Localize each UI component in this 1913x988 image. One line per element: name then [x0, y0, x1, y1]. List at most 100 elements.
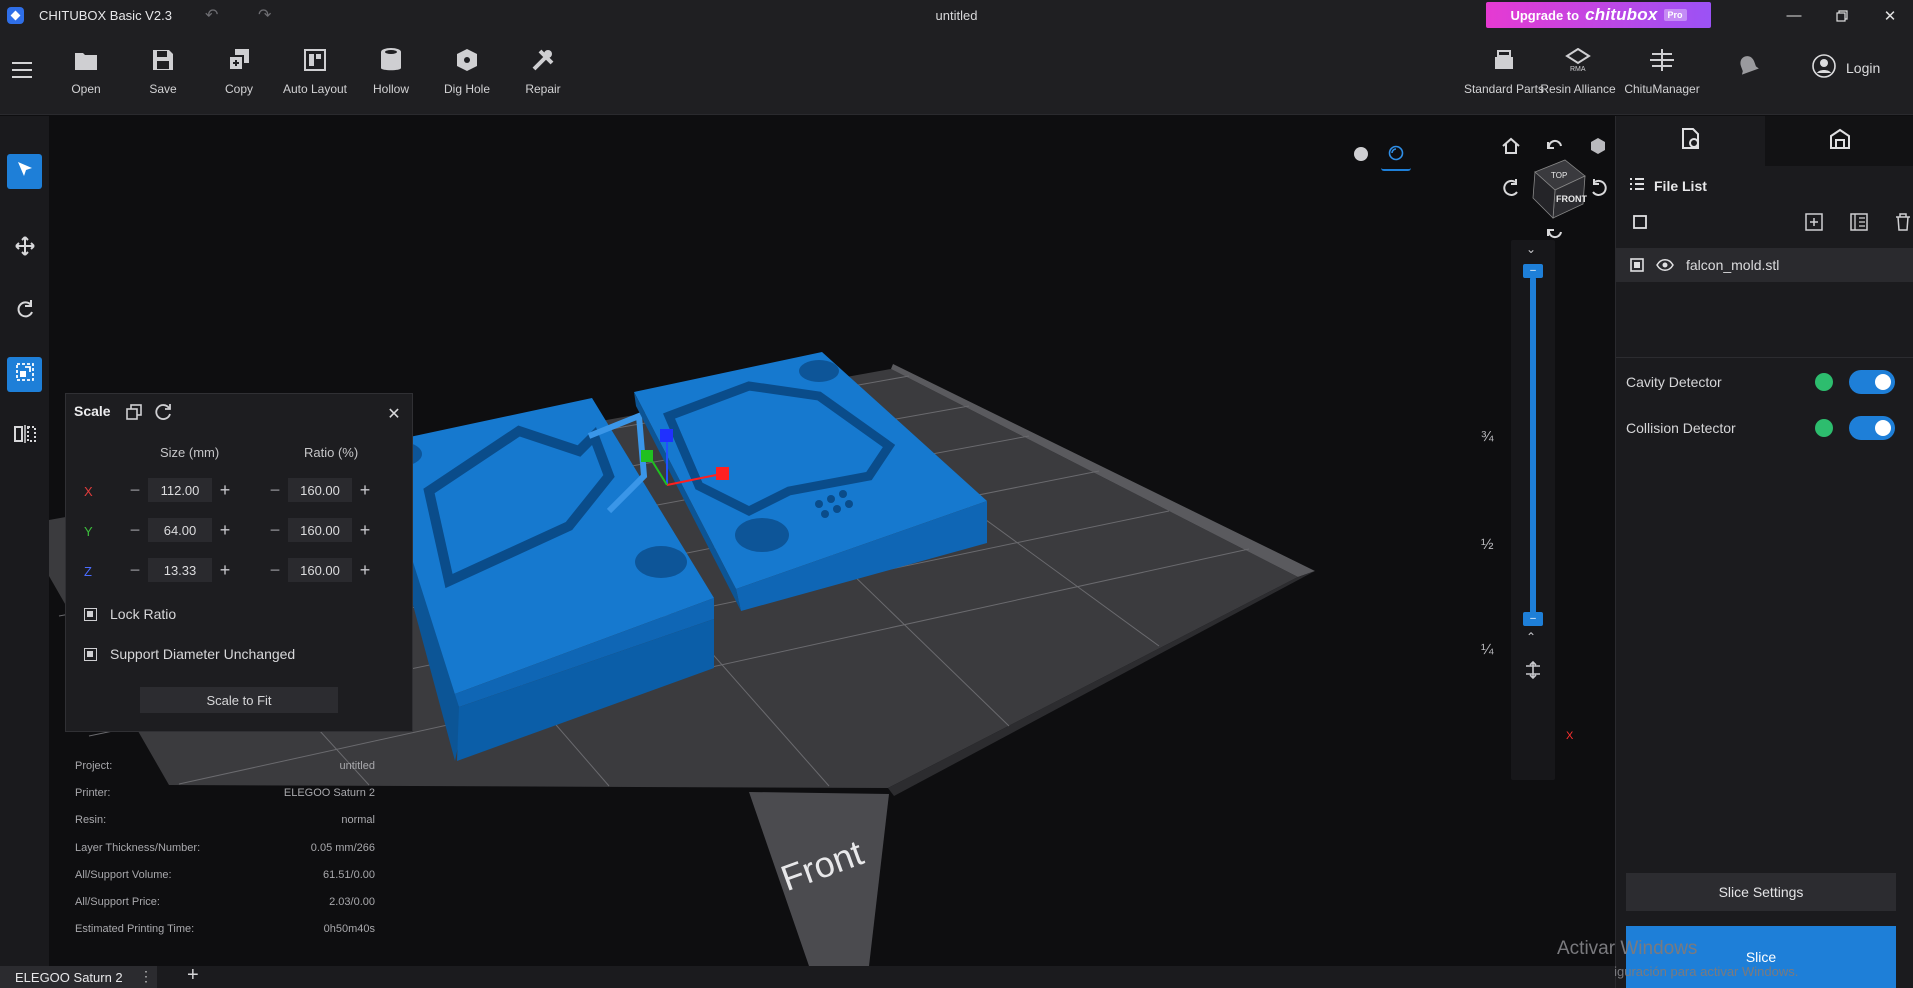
delete-icon[interactable] — [1893, 212, 1913, 232]
3d-viewport[interactable]: Front Z Y X — [49, 116, 1615, 966]
slider-collapse-icon[interactable]: ⌄ — [1526, 242, 1536, 256]
hollow-label: Hollow — [372, 82, 409, 96]
scale-close-icon[interactable]: ✕ — [384, 404, 404, 424]
redo-icon[interactable]: ↷ — [258, 5, 271, 25]
add-printer-button[interactable]: + — [187, 964, 199, 987]
arrange-icon[interactable] — [1849, 212, 1869, 232]
tab-printer[interactable] — [1765, 116, 1913, 166]
z-ratio-input[interactable]: 160.00 — [288, 558, 352, 582]
z-size-increment-button[interactable]: + — [212, 557, 238, 583]
info-row-printer: Printer: ELEGOO Saturn 2 — [75, 787, 375, 814]
slider-expand-icon[interactable]: ⌃ — [1526, 630, 1536, 644]
close-window-icon[interactable]: ✕ — [1867, 0, 1913, 31]
x-size-decrement-button[interactable]: − — [122, 477, 148, 503]
slider-top-handle[interactable]: – — [1523, 264, 1543, 278]
file-checkbox[interactable] — [1630, 258, 1644, 277]
chitumanager-button[interactable]: ChituManager — [1617, 46, 1707, 96]
scale-copy-icon[interactable] — [124, 402, 144, 422]
rotate-left-icon[interactable] — [1501, 178, 1521, 203]
minimize-icon[interactable]: — — [1771, 0, 1817, 31]
hollow-button[interactable]: Hollow — [355, 46, 427, 96]
x-ratio-decrement-button[interactable]: − — [262, 477, 288, 503]
lock-ratio-check-icon[interactable] — [84, 607, 97, 621]
z-size-decrement-button[interactable]: − — [122, 557, 148, 583]
y-size-decrement-button[interactable]: − — [122, 517, 148, 543]
copy-button[interactable]: Copy — [203, 46, 275, 96]
slider-track[interactable] — [1530, 276, 1536, 624]
file-list-item[interactable]: falcon_mold.stl — [1616, 248, 1913, 282]
slider-bottom-handle[interactable]: – — [1523, 612, 1543, 626]
auto-layout-icon — [279, 46, 351, 74]
rotate-tool-button[interactable] — [7, 294, 42, 329]
x-ratio-increment-button[interactable]: + — [352, 477, 378, 503]
restore-icon[interactable] — [1819, 0, 1865, 31]
x-size-stepper[interactable]: − 112.00 + — [122, 477, 240, 503]
upgrade-button[interactable]: Upgrade to chitubox Pro — [1486, 2, 1711, 28]
z-ratio-decrement-button[interactable]: − — [262, 557, 288, 583]
undo-icon[interactable]: ↶ — [205, 5, 218, 25]
solid-render-button[interactable] — [1346, 141, 1376, 171]
lock-ratio-checkbox[interactable]: Lock Ratio — [84, 606, 176, 622]
notification-bell-icon[interactable] — [1734, 51, 1762, 79]
x-size-increment-button[interactable]: + — [212, 477, 238, 503]
panel-divider — [1616, 357, 1913, 358]
x-ratio-input[interactable]: 160.00 — [288, 478, 352, 502]
rotate-icon — [15, 299, 35, 324]
y-size-stepper[interactable]: − 64.00 + — [122, 517, 240, 543]
z-axis-label: Z — [84, 564, 92, 579]
scale-to-fit-button[interactable]: Scale to Fit — [140, 687, 338, 713]
select-all-checkbox[interactable] — [1630, 212, 1650, 232]
select-tool-button[interactable] — [7, 154, 42, 189]
support-diameter-checkbox[interactable]: Support Diameter Unchanged — [84, 646, 295, 662]
upgrade-brand: chitubox — [1585, 5, 1658, 24]
scale-icon — [15, 362, 35, 387]
mirror-tool-button[interactable] — [7, 419, 42, 454]
scale-reset-icon[interactable] — [154, 402, 174, 422]
right-panel-tabs — [1616, 116, 1913, 166]
repair-button[interactable]: Repair — [507, 46, 579, 96]
y-size-increment-button[interactable]: + — [212, 517, 238, 543]
z-size-input[interactable]: 13.33 — [148, 558, 212, 582]
layer-height-icon[interactable] — [1523, 660, 1543, 685]
move-tool-button[interactable] — [7, 231, 42, 266]
copy-icon — [203, 46, 275, 74]
support-diameter-check-icon[interactable] — [84, 647, 97, 661]
xray-render-button[interactable] — [1381, 141, 1411, 171]
auto-layout-button[interactable]: Auto Layout — [279, 46, 351, 96]
tab-file-list[interactable] — [1616, 116, 1765, 166]
auto-layout-label: Auto Layout — [282, 82, 348, 96]
y-ratio-increment-button[interactable]: + — [352, 517, 378, 543]
add-file-icon[interactable] — [1804, 212, 1824, 232]
save-button[interactable]: Save — [127, 46, 199, 96]
file-settings-icon — [1680, 127, 1702, 155]
iso-view-icon[interactable] — [1589, 137, 1607, 160]
z-size-stepper[interactable]: − 13.33 + — [122, 557, 240, 583]
upgrade-prefix: Upgrade to — [1510, 7, 1580, 23]
login-button[interactable]: Login — [1806, 51, 1893, 85]
x-ratio-stepper[interactable]: − 160.00 + — [262, 477, 380, 503]
printer-more-icon[interactable]: ⋮ — [139, 968, 153, 985]
open-button[interactable]: Open — [50, 46, 122, 96]
x-size-input[interactable]: 112.00 — [148, 478, 212, 502]
printer-tab[interactable]: ELEGOO Saturn 2 — [0, 966, 157, 988]
y-ratio-decrement-button[interactable]: − — [262, 517, 288, 543]
rotate-right-icon[interactable] — [1589, 178, 1609, 203]
dig-hole-button[interactable]: Dig Hole — [431, 46, 503, 96]
visibility-eye-icon[interactable] — [1656, 258, 1674, 277]
slice-settings-button[interactable]: Slice Settings — [1626, 873, 1896, 911]
z-ratio-stepper[interactable]: − 160.00 + — [262, 557, 380, 583]
resin-alliance-button[interactable]: RMA Resin Alliance — [1533, 46, 1623, 96]
collision-detector-toggle[interactable] — [1849, 416, 1895, 440]
y-ratio-stepper[interactable]: − 160.00 + — [262, 517, 380, 543]
home-view-icon[interactable] — [1501, 136, 1521, 161]
view-cube[interactable]: TOP FRONT — [1497, 134, 1612, 244]
layer-slider[interactable]: ⌄ – – ⌃ — [1511, 240, 1555, 780]
support-diameter-label: Support Diameter Unchanged — [110, 646, 296, 662]
y-ratio-input[interactable]: 160.00 — [288, 518, 352, 542]
scale-tool-button[interactable] — [7, 357, 42, 392]
z-ratio-increment-button[interactable]: + — [352, 557, 378, 583]
scale-panel: Scale ✕ Size (mm) Ratio (%) X − 112.00 +… — [65, 393, 413, 732]
cavity-detector-toggle[interactable] — [1849, 370, 1895, 394]
y-size-input[interactable]: 64.00 — [148, 518, 212, 542]
menu-icon[interactable] — [12, 62, 32, 80]
